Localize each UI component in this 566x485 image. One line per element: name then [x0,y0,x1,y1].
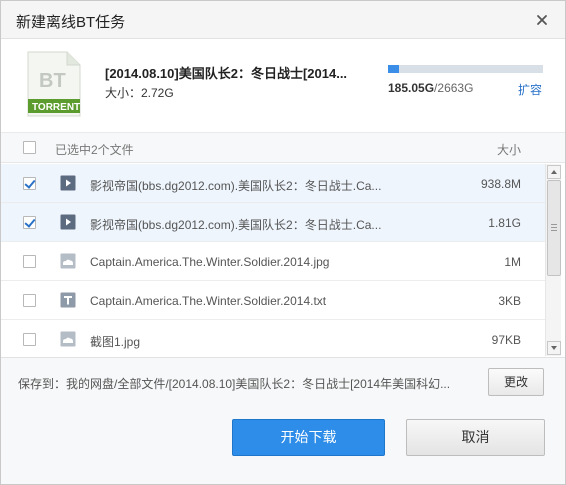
save-location: 保存到： 我的网盘/全部文件/[2014.08.10]美国队长2：冬日战士[20… [1,357,565,405]
cancel-button[interactable]: 取消 [406,419,545,456]
dialog-footer: 开始下载 取消 [1,405,565,484]
image-file-icon [60,253,76,269]
file-checkbox[interactable] [23,255,36,268]
video-file-icon [60,214,76,230]
image-file-icon [60,331,76,347]
video-file-icon [60,175,76,191]
size-column-header: 大小 [497,143,522,157]
file-size: 1M [504,255,521,269]
scroll-down-arrow-icon[interactable] [547,341,561,355]
torrent-info: BT TORRENT [2014.08.10]美国队长2：冬日战士[2014..… [1,39,565,132]
file-list: 影视帝国(bbs.dg2012.com).美国队长2：冬日战士.Ca... 93… [1,164,545,356]
file-name: Captain.America.The.Winter.Soldier.2014.… [90,294,327,308]
file-checkbox[interactable] [23,177,36,190]
file-checkbox[interactable] [23,216,36,229]
quota-bar-fill [388,65,399,73]
file-name: Captain.America.The.Winter.Soldier.2014.… [90,255,330,269]
close-icon[interactable] [533,11,551,29]
file-size: 97KB [491,333,521,347]
file-size: 1.81G [488,216,521,230]
torrent-name: [2014.08.10]美国队长2：冬日战士[2014... [105,66,348,81]
file-name: 截图1.jpg [90,335,141,349]
new-bt-task-dialog: 新建离线BT任务 BT TORRENT [2014.08.10]美国队长2：冬日… [0,0,566,485]
scroll-grip-line [551,230,557,231]
scroll-up-arrow-icon[interactable] [547,165,561,179]
selected-count: 已选中2个文件 [55,143,134,157]
file-size: 938.8M [480,177,521,191]
dialog-title: 新建离线BT任务 [16,14,126,31]
file-row[interactable]: Captain.America.The.Winter.Soldier.2014.… [1,281,545,320]
quota-bar [388,65,543,73]
title-bar: 新建离线BT任务 [1,1,565,39]
scroll-grip-line [551,224,557,225]
select-all-checkbox[interactable] [23,141,36,154]
scroll-grip-line [551,227,557,228]
file-row[interactable]: 截图1.jpg 97KB [1,320,545,356]
scroll-thumb[interactable] [547,180,561,276]
save-location-label: 保存到： [18,377,67,391]
save-path: 我的网盘/全部文件/[2014.08.10]美国队长2：冬日战士[2014年美国… [66,377,451,391]
quota-text: 185.05G/2663G [388,81,473,95]
file-row[interactable]: Captain.America.The.Winter.Soldier.2014.… [1,242,545,281]
torrent-icon-badge: TORRENT [32,102,80,113]
quota-used: 185.05G [388,81,435,95]
file-row[interactable]: 影视帝国(bbs.dg2012.com).美国队长2：冬日战士.Ca... 1.… [1,203,545,242]
text-file-icon [60,292,76,308]
file-checkbox[interactable] [23,333,36,346]
file-checkbox[interactable] [23,294,36,307]
expand-storage-link[interactable]: 扩容 [518,81,542,98]
torrent-size: 大小：2.72G [105,86,174,100]
torrent-icon-label: BT [39,70,66,92]
start-download-button[interactable]: 开始下载 [232,419,385,456]
quota-total: 2663G [437,81,474,95]
file-name: 影视帝国(bbs.dg2012.com).美国队长2：冬日战士.Ca... [90,218,382,232]
file-row[interactable]: 影视帝国(bbs.dg2012.com).美国队长2：冬日战士.Ca... 93… [1,164,545,203]
file-list-header: 已选中2个文件 大小 [1,132,565,163]
change-location-button[interactable]: 更改 [488,368,544,396]
file-size: 3KB [498,294,521,308]
torrent-file-icon: BT TORRENT [27,51,81,117]
file-name: 影视帝国(bbs.dg2012.com).美国队长2：冬日战士.Ca... [90,179,382,193]
file-list-scrollbar[interactable] [545,164,561,356]
